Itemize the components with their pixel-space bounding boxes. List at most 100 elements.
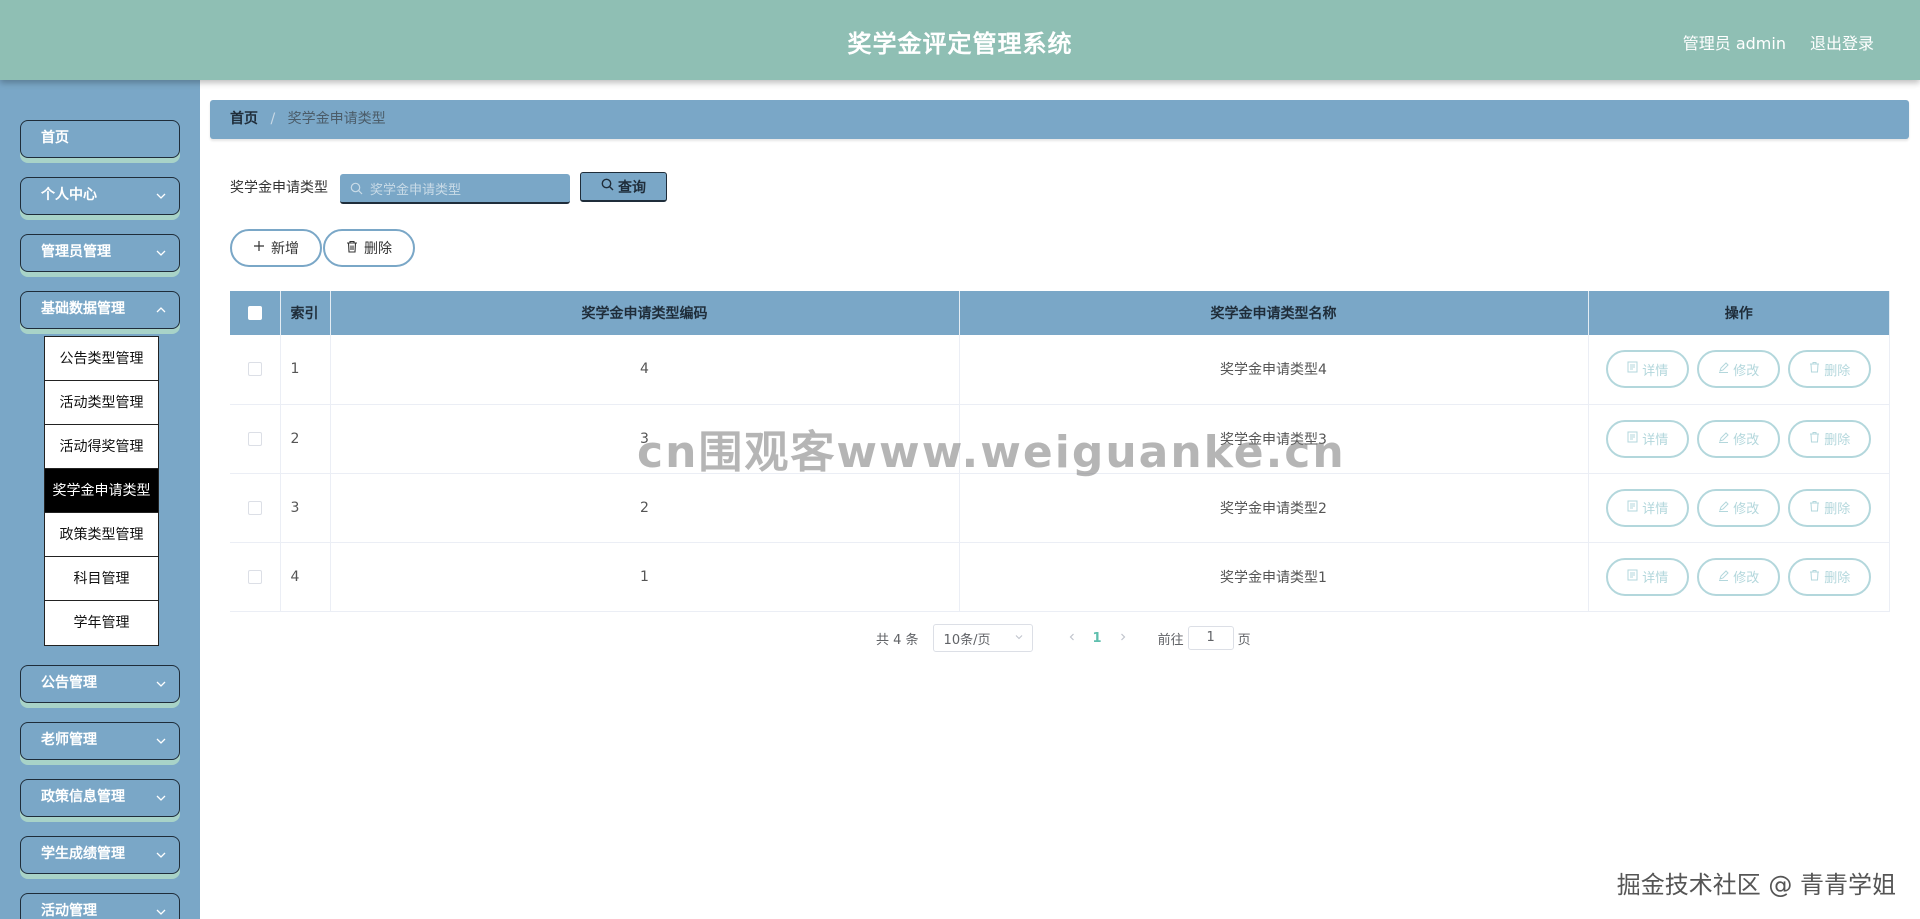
row-checkbox[interactable] (247, 431, 262, 446)
add-button-label: 新增 (271, 241, 299, 257)
add-button[interactable]: 新增 (230, 229, 322, 267)
watermark-corner: 掘金技术社区 @ 青青学姐 (1616, 871, 1896, 899)
watermark-center: cn围观客www.weiguanke.cn (637, 427, 1346, 478)
row-checkbox[interactable] (247, 569, 262, 584)
current-user: 管理员 admin (1682, 34, 1786, 53)
submenu-item-activity-type[interactable]: 活动类型管理 (45, 381, 158, 425)
chevron-up-icon (155, 292, 167, 327)
submenu-item-policy-type[interactable]: 政策类型管理 (45, 513, 158, 557)
sidebar-item-admin-manage[interactable]: 管理员管理 (20, 234, 180, 272)
search-placeholder: 奖学金申请类型 (370, 181, 462, 197)
table-row: 3 2 奖学金申请类型2 详情 修改 删除 (230, 473, 1890, 543)
cell-name: 奖学金申请类型2 (959, 473, 1589, 543)
chevron-down-icon (155, 235, 167, 270)
goto-page-input[interactable]: 1 (1187, 626, 1234, 650)
pagination-total: 共 4 条 (876, 632, 919, 648)
select-all-checkbox[interactable] (247, 306, 262, 320)
row-delete-button[interactable]: 删除 (1788, 488, 1872, 527)
edit-button[interactable]: 修改 (1697, 350, 1781, 389)
sidebar-item-basic-data[interactable]: 基础数据管理 (20, 291, 180, 329)
row-delete-button[interactable]: 删除 (1788, 419, 1872, 458)
page-size-value: 10条/页 (943, 632, 991, 648)
submenu-item-scholarship-type[interactable]: 奖学金申请类型 (45, 469, 158, 513)
submenu-item-subject[interactable]: 科目管理 (45, 557, 158, 601)
logout-link[interactable]: 退出登录 (1810, 30, 1874, 54)
trash-icon (1809, 500, 1820, 516)
trash-icon (1809, 361, 1820, 377)
table-row: 4 1 奖学金申请类型1 详情 修改 删除 (230, 542, 1890, 612)
plus-icon (253, 240, 265, 256)
cell-code: 1 (330, 542, 960, 612)
sidebar-item-label: 公告管理 (41, 675, 97, 691)
page-number[interactable]: 1 (1093, 631, 1102, 646)
goto-label: 前往 (1157, 632, 1184, 648)
sidebar-item-label: 老师管理 (41, 732, 97, 748)
row-checkbox[interactable] (247, 500, 262, 515)
next-page-button[interactable] (1118, 631, 1128, 646)
cell-name: 奖学金申请类型1 (959, 542, 1589, 612)
query-button[interactable]: 查询 (580, 172, 667, 202)
trash-icon (1809, 431, 1820, 447)
sidebar-item-activity-manage[interactable]: 活动管理 (20, 893, 180, 919)
pagination: 共 4 条 10条/页 1 前往 1 页 (876, 624, 1251, 652)
page-size-select[interactable]: 10条/页 (932, 624, 1033, 652)
row-delete-button-label: 删除 (1824, 502, 1851, 517)
submenu-item-school-year[interactable]: 学年管理 (45, 601, 158, 645)
edit-button[interactable]: 修改 (1697, 419, 1781, 458)
search-icon (601, 178, 614, 195)
pencil-icon (1718, 569, 1729, 585)
sidebar-item-label: 基础数据管理 (41, 301, 125, 317)
row-delete-button[interactable]: 删除 (1788, 350, 1872, 389)
detail-button-label: 详情 (1642, 433, 1669, 448)
row-select-cell (230, 404, 281, 474)
edit-button[interactable]: 修改 (1697, 488, 1781, 527)
edit-button-label: 修改 (1733, 363, 1760, 379)
row-delete-button-label: 删除 (1824, 433, 1851, 448)
chevron-down-icon (1014, 631, 1024, 646)
sidebar-item-teacher-manage[interactable]: 老师管理 (20, 722, 180, 760)
sidebar-item-policy-info[interactable]: 政策信息管理 (20, 779, 180, 817)
sidebar-item-label: 政策信息管理 (41, 789, 125, 805)
row-delete-button[interactable]: 删除 (1788, 557, 1872, 596)
cell-actions: 详情 修改 删除 (1588, 404, 1890, 474)
goto-page: 前往 1 页 (1158, 626, 1251, 650)
delete-button[interactable]: 删除 (323, 229, 415, 267)
sidebar-item-notice-manage[interactable]: 公告管理 (20, 665, 180, 703)
breadcrumb: 首页 / 奖学金申请类型 (210, 100, 1909, 139)
pencil-icon (1718, 431, 1729, 447)
detail-button-label: 详情 (1642, 571, 1669, 586)
prev-page-button[interactable] (1067, 631, 1077, 646)
cell-index: 2 (280, 404, 331, 474)
cell-code: 4 (330, 335, 960, 405)
pencil-icon (1718, 500, 1729, 516)
sidebar-item-student-grades[interactable]: 学生成绩管理 (20, 836, 180, 874)
detail-button[interactable]: 详情 (1606, 557, 1690, 596)
cell-actions: 详情 修改 删除 (1588, 542, 1890, 612)
detail-button[interactable]: 详情 (1606, 350, 1690, 389)
column-header-name: 奖学金申请类型名称 (959, 291, 1589, 335)
detail-button[interactable]: 详情 (1606, 419, 1690, 458)
chevron-down-icon (155, 723, 167, 758)
submenu-item-notice-type[interactable]: 公告类型管理 (45, 337, 158, 381)
submenu-item-activity-award[interactable]: 活动得奖管理 (45, 425, 158, 469)
edit-button[interactable]: 修改 (1697, 557, 1781, 596)
detail-button[interactable]: 详情 (1606, 488, 1690, 527)
breadcrumb-home[interactable]: 首页 (230, 111, 258, 127)
goto-suffix: 页 (1237, 632, 1251, 648)
row-delete-button-label: 删除 (1824, 571, 1851, 586)
document-icon (1627, 500, 1638, 516)
row-select-cell (230, 335, 281, 405)
column-header-index: 索引 (280, 291, 331, 335)
cell-name: 奖学金申请类型4 (959, 335, 1589, 405)
row-select-cell (230, 473, 281, 543)
search-input[interactable]: 奖学金申请类型 (340, 174, 570, 204)
sidebar-item-label: 个人中心 (41, 187, 97, 203)
trash-icon (346, 240, 358, 257)
row-checkbox[interactable] (247, 362, 262, 377)
sidebar-item-personal-center[interactable]: 个人中心 (20, 177, 180, 215)
detail-button-label: 详情 (1642, 502, 1669, 517)
chevron-down-icon (155, 780, 167, 815)
sidebar-item-home[interactable]: 首页 (20, 120, 180, 158)
table-header-row: 索引 奖学金申请类型编码 奖学金申请类型名称 操作 (230, 291, 1890, 335)
column-header-actions: 操作 (1588, 291, 1890, 335)
